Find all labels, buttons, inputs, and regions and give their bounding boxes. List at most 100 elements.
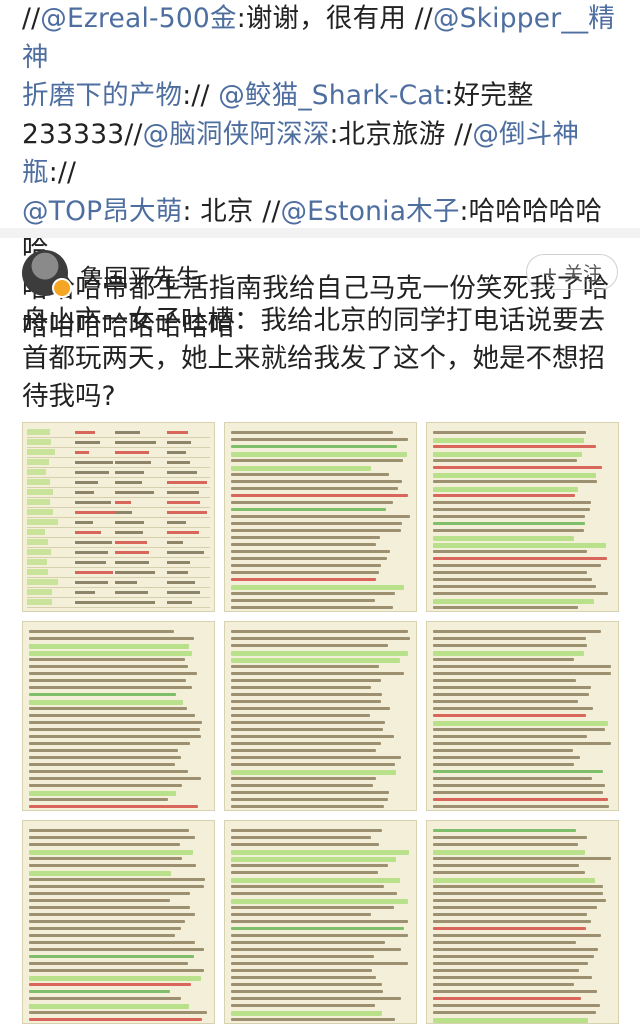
text-line	[433, 644, 587, 647]
text-line	[433, 969, 580, 972]
text-line	[231, 714, 371, 717]
table-cell	[115, 541, 147, 544]
text-line	[29, 962, 189, 965]
text-line	[231, 693, 383, 696]
text-line	[29, 700, 183, 705]
text-line	[29, 892, 190, 895]
user-mention-link[interactable]: @TOP昂大萌	[22, 196, 182, 227]
text-line	[231, 658, 400, 663]
text-line	[433, 480, 598, 483]
text-line	[433, 798, 608, 801]
text-line	[231, 941, 386, 944]
table-cell	[167, 571, 188, 574]
text-line	[433, 515, 586, 518]
text-line	[231, 494, 409, 497]
table-cell	[75, 431, 96, 434]
comment-text: :北京旅游 //	[329, 118, 473, 150]
text-line	[29, 955, 195, 958]
table-row	[27, 599, 210, 608]
text-line	[433, 606, 579, 609]
text-line	[433, 805, 610, 808]
text-line	[231, 906, 394, 909]
text-line	[231, 735, 395, 738]
table-cell	[115, 481, 142, 484]
text-line	[433, 955, 595, 958]
text-line	[29, 1018, 203, 1021]
table-cell	[167, 581, 195, 584]
text-line	[433, 913, 587, 916]
table-row	[27, 529, 210, 538]
follow-button[interactable]: + 关注	[526, 254, 618, 290]
text-line	[231, 892, 397, 895]
comment-text: :好完整	[444, 80, 534, 111]
table-cell	[75, 451, 90, 454]
user-mention-link[interactable]: @Ezreal-500金	[40, 3, 236, 34]
table-cell	[115, 461, 152, 464]
table-cell	[115, 431, 140, 434]
text-line	[231, 756, 401, 759]
table-row	[27, 519, 210, 528]
table-row	[27, 429, 210, 438]
text-line	[231, 473, 390, 476]
text-line	[231, 599, 375, 602]
text-line	[231, 529, 402, 532]
text-line	[231, 480, 403, 483]
text-line	[231, 431, 393, 434]
text-line	[433, 885, 604, 888]
comment-line: //@Ezreal-500金:谢谢，很有用 //@Skipper__精神	[22, 0, 618, 77]
user-mention-link[interactable]: @Estonia木子	[280, 196, 459, 227]
table-cell	[167, 431, 189, 434]
user-mention-link[interactable]: 折磨下的产物	[22, 80, 182, 111]
text-line	[231, 899, 408, 904]
image-attractions-table[interactable]	[22, 422, 215, 612]
text-line	[433, 920, 591, 923]
text-line	[433, 578, 592, 581]
image-transport-guide-2[interactable]	[426, 820, 619, 1024]
text-line	[433, 721, 608, 726]
table-cell	[167, 441, 192, 444]
image-attractions-intro[interactable]	[224, 422, 417, 612]
table-cell	[75, 521, 94, 524]
text-line	[433, 941, 576, 944]
text-line	[433, 557, 607, 560]
text-line	[433, 630, 602, 633]
image-ticket-guide[interactable]	[22, 621, 215, 811]
author-name[interactable]: 鲁国平先生	[80, 258, 200, 293]
table-cell	[167, 541, 183, 544]
text-line	[433, 665, 611, 668]
image-subway-notes[interactable]	[224, 820, 417, 1024]
text-line	[433, 742, 611, 745]
text-line	[29, 784, 182, 787]
verified-badge-icon	[52, 278, 72, 298]
table-cell	[27, 449, 55, 455]
section-divider	[0, 228, 640, 238]
text-line	[231, 585, 405, 590]
text-line	[29, 948, 204, 951]
text-line	[231, 501, 394, 504]
text-line	[29, 693, 176, 696]
table-cell	[75, 441, 100, 444]
text-line	[231, 1011, 382, 1016]
comment-line: 折磨下的产物:// @鲛猫_Shark-Cat:好完整	[22, 77, 618, 116]
table-cell	[27, 549, 52, 555]
text-line	[231, 1018, 396, 1021]
image-scenic-intro-2[interactable]	[224, 621, 417, 811]
text-line	[231, 885, 384, 888]
image-flight-guide[interactable]	[22, 820, 215, 1024]
text-line	[231, 700, 381, 703]
text-line	[433, 679, 576, 682]
text-line	[29, 878, 205, 881]
user-mention-link[interactable]: @鲛猫_Shark-Cat	[218, 80, 444, 111]
table-cell	[75, 541, 112, 544]
image-transport-guide[interactable]	[426, 621, 619, 811]
table-cell	[115, 521, 145, 524]
image-travel-tips[interactable]	[426, 422, 619, 612]
text-line	[29, 1004, 189, 1009]
text-line	[231, 508, 387, 511]
text-line	[231, 962, 409, 965]
user-mention-link[interactable]: @脑洞侠阿深深	[143, 119, 330, 150]
text-line	[29, 990, 170, 993]
table-row	[27, 499, 210, 508]
table-cell	[75, 571, 113, 574]
text-line	[231, 770, 396, 775]
